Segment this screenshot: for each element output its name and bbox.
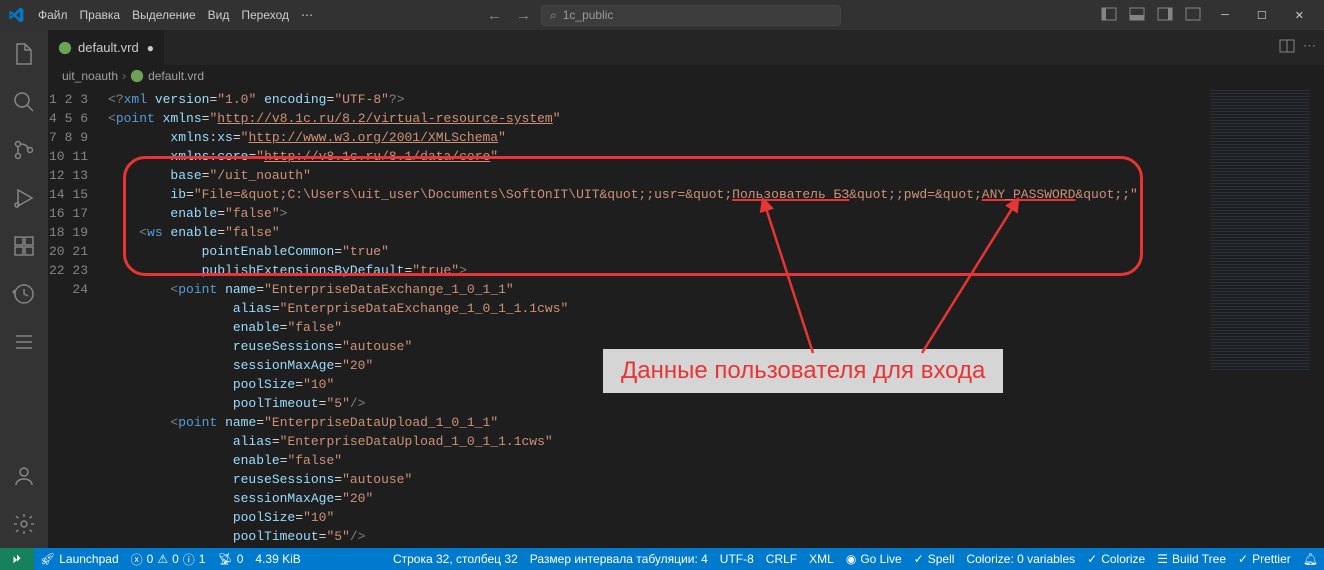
window-close[interactable]: ✕ bbox=[1283, 5, 1316, 26]
code-content[interactable]: <?xml version="1.0" encoding="UTF-8"?> <… bbox=[108, 87, 1194, 546]
timeline-icon[interactable] bbox=[0, 270, 48, 318]
list-icon[interactable] bbox=[0, 318, 48, 366]
chevron-right-icon: › bbox=[122, 69, 126, 83]
extensions-icon[interactable] bbox=[0, 222, 48, 270]
layout-secondary-side-icon[interactable] bbox=[1153, 2, 1177, 29]
check-icon: ✓ bbox=[1087, 552, 1097, 566]
check-icon: ✓ bbox=[1238, 552, 1248, 566]
run-debug-icon[interactable] bbox=[0, 174, 48, 222]
breadcrumb[interactable]: uit_noauth › default.vrd bbox=[48, 65, 1324, 87]
customize-layout-icon[interactable] bbox=[1181, 2, 1205, 29]
radio-tower-icon: 📡︎ bbox=[217, 552, 232, 566]
remote-indicator[interactable] bbox=[0, 548, 34, 570]
nav-back-icon[interactable]: ← bbox=[483, 7, 506, 24]
activity-bar bbox=[0, 30, 48, 548]
code-editor[interactable]: 1 2 3 4 5 6 7 8 9 10 11 12 13 14 15 16 1… bbox=[48, 87, 1324, 548]
status-encoding[interactable]: UTF-8 bbox=[714, 552, 760, 566]
title-bar: Файл Правка Выделение Вид Переход ⋯ ← → … bbox=[0, 0, 1324, 30]
search-icon: ⌕ bbox=[550, 8, 557, 23]
menu-file[interactable]: Файл bbox=[32, 8, 74, 22]
status-colorize-vars[interactable]: Colorize: 0 variables bbox=[960, 552, 1081, 566]
settings-gear-icon[interactable] bbox=[0, 500, 48, 548]
file-icon bbox=[130, 69, 144, 83]
status-golive[interactable]: ◉Go Live bbox=[840, 552, 908, 566]
status-tabsize[interactable]: Размер интервала табуляции: 4 bbox=[524, 552, 714, 566]
tree-icon: ☰ bbox=[1157, 552, 1168, 566]
status-buildtree[interactable]: ☰Build Tree bbox=[1151, 552, 1232, 566]
broadcast-icon: ◉ bbox=[846, 552, 856, 566]
status-problems[interactable]: ⓧ0 ⚠0 ⓘ1 bbox=[125, 551, 212, 568]
status-cursor[interactable]: Строка 32, столбец 32 bbox=[387, 552, 524, 566]
tab-default-vrd[interactable]: default.vrd ● bbox=[48, 30, 165, 65]
rocket-icon: 🚀︎ bbox=[40, 552, 55, 566]
nav-forward-icon[interactable]: → bbox=[512, 7, 535, 24]
layout-primary-side-icon[interactable] bbox=[1097, 2, 1121, 29]
menu-edit[interactable]: Правка bbox=[74, 8, 127, 22]
status-eol[interactable]: CRLF bbox=[760, 552, 803, 566]
scrollbar-vertical[interactable] bbox=[1310, 87, 1324, 548]
command-center[interactable]: ⌕ 1c_public bbox=[541, 5, 841, 26]
status-colorize[interactable]: ✓Colorize bbox=[1081, 552, 1151, 566]
menu-overflow[interactable]: ⋯ bbox=[295, 8, 319, 22]
status-launchpad[interactable]: 🚀︎Launchpad bbox=[34, 552, 125, 566]
tab-label: default.vrd bbox=[78, 40, 139, 55]
status-bar: 🚀︎Launchpad ⓧ0 ⚠0 ⓘ1 📡︎0 4.39 KiB Строка… bbox=[0, 548, 1324, 570]
bell-icon: 🔔︎ bbox=[1303, 552, 1318, 566]
tab-modified-dot: ● bbox=[147, 41, 154, 55]
accounts-icon[interactable] bbox=[0, 452, 48, 500]
source-control-icon[interactable] bbox=[0, 126, 48, 174]
window-minimize[interactable]: ─ bbox=[1209, 5, 1241, 25]
anno-label: Данные пользователя для входа bbox=[603, 349, 1003, 393]
split-editor-icon[interactable] bbox=[1279, 38, 1295, 57]
status-prettier[interactable]: ✓Prettier bbox=[1232, 552, 1297, 566]
breadcrumb-file[interactable]: default.vrd bbox=[148, 69, 204, 83]
status-bell[interactable]: 🔔︎ bbox=[1297, 552, 1324, 566]
search-text: 1c_public bbox=[563, 8, 614, 22]
status-filesize[interactable]: 4.39 KiB bbox=[249, 552, 306, 566]
error-icon: ⓧ bbox=[131, 551, 143, 568]
layout-panel-icon[interactable] bbox=[1125, 2, 1149, 29]
warning-icon: ⚠ bbox=[157, 552, 168, 566]
search-icon-activity[interactable] bbox=[0, 78, 48, 126]
more-actions-icon[interactable]: ⋯ bbox=[1303, 38, 1316, 57]
editor-region: default.vrd ● ⋯ uit_noauth › default.vrd… bbox=[48, 30, 1324, 548]
minimap[interactable] bbox=[1210, 90, 1310, 548]
file-icon bbox=[58, 41, 72, 55]
menu-go[interactable]: Переход bbox=[235, 8, 295, 22]
menu-view[interactable]: Вид bbox=[202, 8, 236, 22]
menu-selection[interactable]: Выделение bbox=[126, 8, 202, 22]
vscode-logo-icon bbox=[8, 7, 24, 23]
explorer-icon[interactable] bbox=[0, 30, 48, 78]
status-language[interactable]: XML bbox=[803, 552, 840, 566]
info-icon: ⓘ bbox=[183, 551, 195, 568]
window-maximize[interactable]: ☐ bbox=[1245, 5, 1279, 26]
status-spell[interactable]: ✓Spell bbox=[908, 552, 961, 566]
breadcrumb-folder[interactable]: uit_noauth bbox=[62, 69, 118, 83]
status-radio[interactable]: 📡︎0 bbox=[211, 552, 249, 566]
line-gutter: 1 2 3 4 5 6 7 8 9 10 11 12 13 14 15 16 1… bbox=[48, 87, 108, 299]
check-icon: ✓ bbox=[914, 552, 924, 566]
tab-bar: default.vrd ● ⋯ bbox=[48, 30, 1324, 65]
